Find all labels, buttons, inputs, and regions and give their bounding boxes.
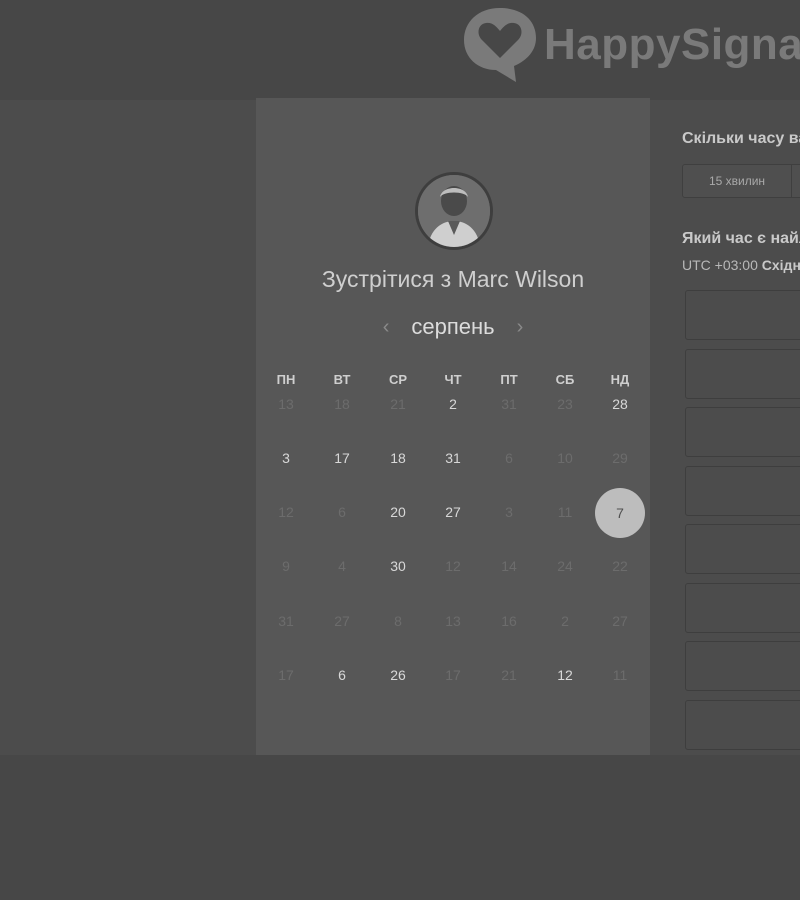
calendar-day: 31 [501, 396, 517, 412]
calendar-day[interactable]: 6 [322, 667, 362, 683]
calendar-day[interactable]: 18 [378, 450, 418, 466]
timezone-offset: UTC +03:00 [682, 257, 758, 273]
calendar-day: 8 [394, 613, 402, 629]
host-avatar [415, 172, 493, 250]
calendar-day: 16 [501, 613, 517, 629]
calendar-day: 12 [445, 558, 461, 574]
timezone-name: Східн [761, 257, 800, 273]
calendar-day: 29 [612, 450, 628, 466]
calendar-day[interactable]: 28 [600, 396, 640, 412]
heart-chat-logo-icon [464, 8, 536, 82]
calendar-day[interactable]: 2 [433, 396, 473, 412]
time-slot[interactable] [685, 524, 800, 574]
calendar-day[interactable]: 12 [545, 667, 585, 683]
time-slot[interactable] [685, 290, 800, 340]
person-icon [418, 175, 490, 247]
weekday-header: СБ [555, 372, 575, 387]
weekday-header: ВТ [333, 372, 351, 387]
calendar-day[interactable]: 27 [433, 504, 473, 520]
calendar-day[interactable]: 31 [433, 450, 473, 466]
top-header: HappySigna [0, 0, 800, 100]
calendar-day: 17 [278, 667, 294, 683]
calendar-day: 23 [557, 396, 573, 412]
calendar-day[interactable]: 3 [266, 450, 306, 466]
calendar-day: 11 [612, 667, 628, 683]
calendar-day: 27 [334, 613, 350, 629]
calendar-day: 3 [505, 504, 513, 520]
calendar-day[interactable]: 30 [378, 558, 418, 574]
calendar-day: 13 [445, 613, 461, 629]
bottom-background [0, 755, 800, 900]
left-background [0, 100, 256, 755]
weekday-header: ПН [276, 372, 296, 387]
time-slot[interactable] [685, 641, 800, 691]
calendar-day: 6 [505, 450, 513, 466]
time-question: Який час є найл [682, 230, 800, 247]
duration-question: Скільки часу ва [682, 130, 800, 147]
duration-option-15[interactable]: 15 хвилин [683, 165, 792, 197]
next-month-chevron-icon[interactable]: › [517, 316, 524, 339]
calendar-day[interactable]: 26 [378, 667, 418, 683]
calendar-day: 11 [557, 504, 573, 520]
calendar-day: 6 [338, 504, 346, 520]
calendar-day-selected[interactable]: 7 [595, 488, 645, 538]
calendar-day[interactable]: 17 [322, 450, 362, 466]
calendar-day[interactable]: 20 [378, 504, 418, 520]
calendar-day: 4 [338, 558, 346, 574]
calendar-day: 14 [501, 558, 517, 574]
calendar-day: 17 [445, 667, 461, 683]
calendar-day: 9 [282, 558, 290, 574]
calendar-day: 21 [390, 396, 406, 412]
calendar-day: 21 [501, 667, 517, 683]
weekday-header: СР [388, 372, 408, 387]
calendar-day: 12 [278, 504, 294, 520]
booking-panel: Скільки часу ва 15 хвилин Який час є най… [650, 100, 800, 755]
month-navigation: ‹ серпень › [256, 312, 650, 342]
meeting-title: Зустрітися з Marc Wilson [321, 266, 585, 292]
calendar-day: 31 [278, 613, 294, 629]
month-label: серпень [411, 314, 495, 339]
calendar-day: 10 [557, 450, 573, 466]
calendar-card: Зустрітися з Marc Wilson ‹ серпень › ПН В… [256, 98, 650, 756]
calendar-day: 18 [334, 396, 350, 412]
weekday-header: ПТ [500, 372, 518, 387]
weekday-header: ЧТ [444, 372, 462, 387]
calendar-day: 27 [612, 613, 628, 629]
calendar-day: 22 [612, 558, 628, 574]
prev-month-chevron-icon[interactable]: ‹ [383, 316, 390, 339]
brand-logo[interactable]: HappySigna [460, 4, 800, 84]
time-slot[interactable] [685, 699, 800, 750]
time-slot[interactable] [685, 407, 800, 457]
weekday-header: НД [610, 372, 630, 387]
calendar-day: 13 [278, 396, 294, 412]
calendar-day: 2 [561, 613, 569, 629]
time-slot[interactable] [685, 582, 800, 633]
duration-selector: 15 хвилин [682, 164, 800, 198]
timezone-label[interactable]: UTC +03:00 Східн [682, 257, 800, 273]
time-slot[interactable] [685, 465, 800, 516]
time-slot[interactable] [685, 348, 800, 399]
brand-name: HappySigna [544, 20, 800, 69]
calendar-day: 24 [557, 558, 573, 574]
